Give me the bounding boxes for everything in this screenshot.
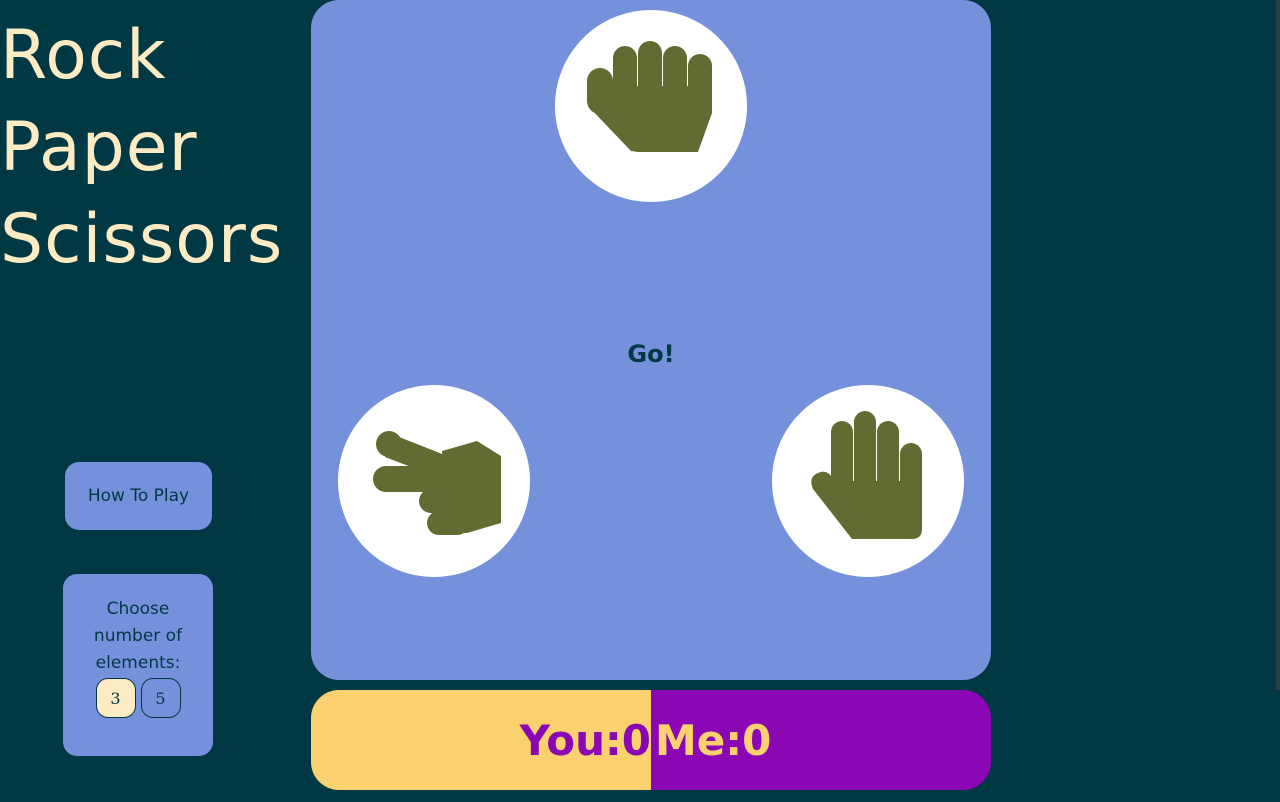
rock-choice-button[interactable] (555, 10, 747, 202)
round-status: Go! (627, 340, 675, 368)
computer-score: Me: 0 (651, 690, 991, 790)
player-score-label: You: (519, 715, 622, 765)
fist-icon (587, 41, 712, 152)
game-board: Go! (311, 0, 991, 680)
title-line-scissors: Scissors (0, 200, 284, 279)
player-score: You: 0 (311, 690, 651, 790)
computer-score-value: 0 (742, 715, 772, 765)
element-count-panel: Choose number of elements: 3 5 (63, 574, 213, 756)
scoreboard: You: 0 Me: 0 (311, 690, 991, 790)
element-option-5[interactable]: 5 (140, 678, 181, 718)
element-count-options: 3 5 (63, 678, 213, 718)
player-score-value: 0 (621, 715, 651, 765)
title-line-rock: Rock (0, 16, 167, 95)
computer-score-label: Me: (655, 715, 743, 765)
how-to-play-button[interactable]: How To Play (65, 462, 212, 530)
title-line-paper: Paper (0, 108, 198, 187)
two-fingers-icon (372, 431, 501, 535)
game-root: Rock Paper Scissors How To Play Choose n… (0, 0, 1280, 802)
game-title: Rock Paper Scissors (0, 10, 283, 286)
element-count-label: Choose number of elements: (93, 599, 183, 673)
page-scrollbar[interactable] (1276, 0, 1280, 690)
element-option-3[interactable]: 3 (95, 678, 136, 718)
paper-choice-button[interactable] (772, 385, 964, 577)
open-hand-icon (811, 411, 922, 539)
scissors-choice-button[interactable] (338, 385, 530, 577)
